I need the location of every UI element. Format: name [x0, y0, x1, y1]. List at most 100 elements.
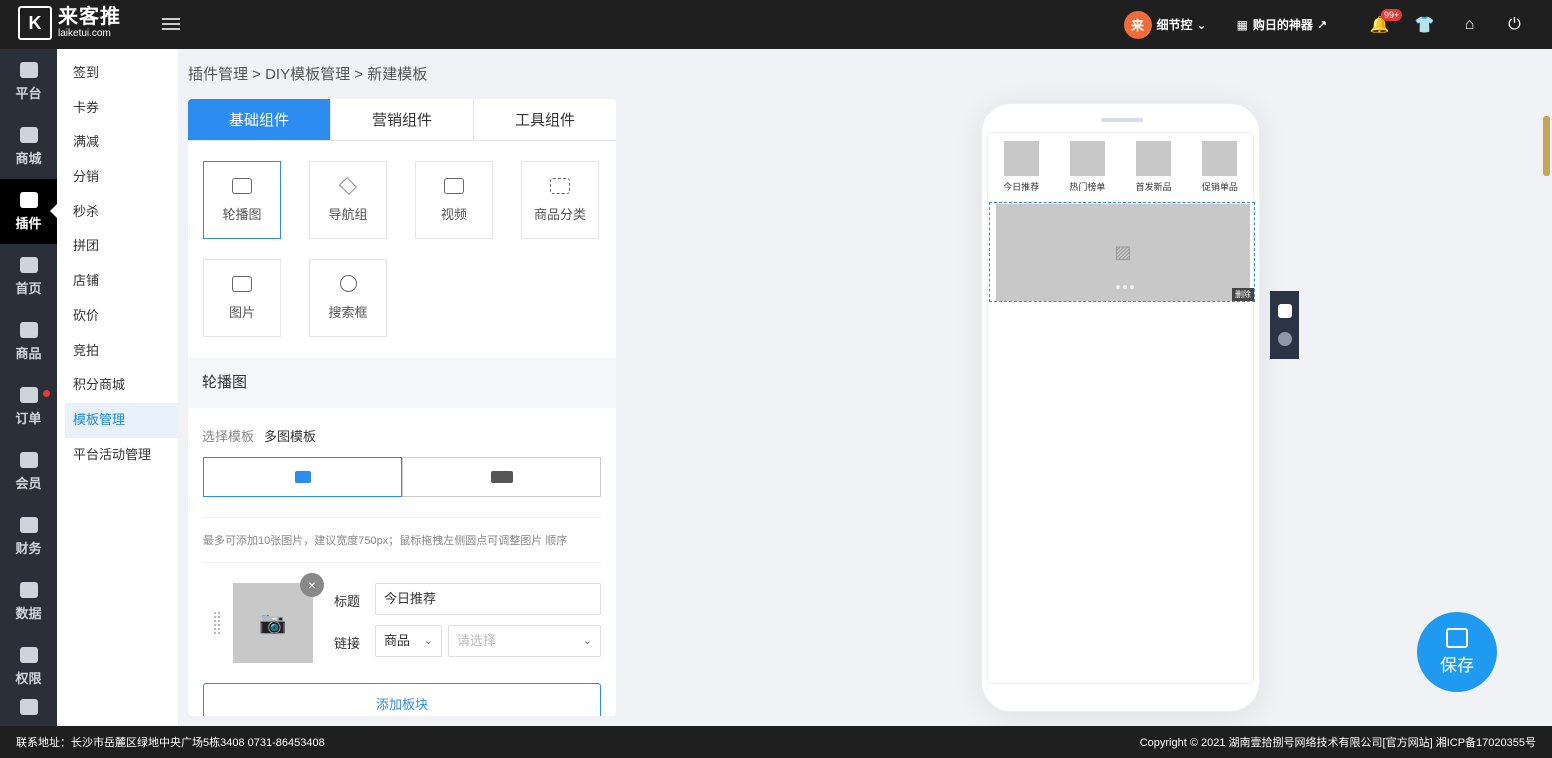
shirt-icon: 👕 — [1414, 16, 1435, 34]
delete-component-button[interactable]: 删除 — [1232, 288, 1254, 301]
tab-marketing-components[interactable]: 营销组件 — [331, 99, 474, 140]
apple-icon[interactable] — [1277, 332, 1292, 346]
plugin-submenu: 签到 卡券 满减 分销 秒杀 拼团 店铺 砍价 竞拍 积分商城 模板管理 平台活… — [57, 49, 178, 726]
link-type-select[interactable]: 商品 ⌄ — [375, 625, 442, 657]
save-icon — [1446, 628, 1468, 648]
footer-copyright: Copyright © 2021 湖南壹拾捌号网络技术有限公司[官方网站] 湘I… — [1139, 737, 1536, 749]
phone-preview: 今日推荐 热门榜单 首发新品 促销单品 ▨ 删除 — [981, 103, 1260, 712]
images-icon — [490, 471, 513, 483]
store-icon: ▦ — [1236, 17, 1248, 32]
sidebar-item-permissions[interactable]: 权限 — [0, 634, 57, 699]
template-row: 选择模板 多图模板 — [188, 408, 616, 445]
submenu-item-distribution[interactable]: 分销 — [57, 160, 178, 195]
template-option-multi[interactable] — [203, 457, 402, 497]
sidebar-item-mall[interactable]: 商城 — [0, 114, 57, 179]
external-link-icon: ↗ — [1316, 17, 1327, 32]
submenu-item-points-mall[interactable]: 积分商城 — [57, 368, 178, 403]
unread-dot — [43, 390, 50, 397]
submenu-item-platform-activities[interactable]: 平台活动管理 — [57, 438, 178, 473]
submenu-item-templates[interactable]: 模板管理 — [65, 402, 178, 438]
home-icon — [19, 256, 38, 273]
user-icon — [19, 451, 38, 468]
title-input[interactable]: 今日推荐 — [375, 583, 601, 615]
logo-name: 来客推 — [58, 6, 121, 28]
notification-badge: 99+ — [1381, 9, 1403, 21]
android-icon[interactable] — [1277, 304, 1292, 318]
clean-button[interactable]: ⌂ — [1447, 0, 1492, 49]
main-sidebar: 平台 商城 插件 首页 商品 订单 会员 财务 数据 权限 — [0, 49, 57, 726]
drag-handle-icon[interactable] — [213, 611, 221, 635]
carousel-dots — [1116, 285, 1134, 289]
sidebar-item-data[interactable]: 数据 — [0, 569, 57, 634]
sidebar-item-home[interactable]: 首页 — [0, 244, 57, 309]
template-value: 多图模板 — [264, 429, 317, 444]
submenu-item-discount[interactable]: 满减 — [57, 125, 178, 160]
search-icon — [339, 275, 357, 292]
link-target-select[interactable]: 请选择 ⌄ — [448, 625, 601, 657]
component-search-box[interactable]: 搜索框 — [309, 259, 387, 337]
submenu-item-coupons[interactable]: 卡券 — [57, 91, 178, 126]
notification-bell[interactable]: 🔔 99+ — [1357, 0, 1403, 49]
logo[interactable]: K 来客推 laiketui.com — [18, 6, 121, 40]
os-preview-switch — [1270, 291, 1299, 359]
link-label: 链接 — [334, 636, 361, 651]
component-panel: 基础组件 营销组件 工具组件 轮播图 导航组 视频 商品分类 图片 搜索框 轮播… — [188, 99, 616, 716]
image-icon — [294, 471, 311, 483]
component-image[interactable]: 图片 — [203, 259, 281, 337]
platform-icon — [19, 61, 38, 78]
broom-icon: ⌂ — [1464, 15, 1475, 33]
image-icon — [19, 699, 38, 715]
user-menu[interactable]: 来 细节控 ⌄ — [1123, 10, 1207, 39]
phone-speaker — [1101, 118, 1143, 122]
breadcrumb: 插件管理 > DIY模板管理 > 新建模板 — [188, 66, 428, 83]
component-category[interactable]: 商品分类 — [521, 161, 599, 239]
template-option-slide[interactable] — [402, 457, 601, 497]
add-block-button[interactable]: 添加板块 — [203, 683, 601, 716]
title-label: 标题 — [334, 594, 361, 609]
preview-nav-item: 热门榜单 — [1057, 141, 1117, 193]
preview-nav-group[interactable]: 今日推荐 热门榜单 首发新品 促销单品 — [988, 133, 1253, 193]
scrollbar[interactable] — [1543, 116, 1550, 176]
sidebar-item-platform[interactable]: 平台 — [0, 49, 57, 114]
puzzle-icon — [19, 191, 38, 208]
avatar: 来 — [1123, 10, 1152, 39]
sidebar-item-finance[interactable]: 财务 — [0, 504, 57, 569]
image-upload[interactable]: 📷 — [233, 583, 313, 663]
sidebar-item-orders[interactable]: 订单 — [0, 374, 57, 439]
save-button[interactable]: 保存 — [1417, 612, 1497, 692]
tab-tool-components[interactable]: 工具组件 — [474, 99, 616, 140]
submenu-item-checkin[interactable]: 签到 — [57, 56, 178, 91]
image-placeholder-icon — [1069, 141, 1105, 176]
sidebar-item-members[interactable]: 会员 — [0, 439, 57, 504]
upload-hint: 最多可添加10张图片，建议宽度750px；鼠标拖拽左侧圆点可调整图片 顺序 — [203, 517, 601, 563]
submenu-item-bargain[interactable]: 砍价 — [57, 299, 178, 334]
power-icon: ⏻ — [1508, 15, 1521, 33]
preview-nav-item: 今日推荐 — [991, 141, 1051, 193]
footer: 联系地址：长沙市岳麓区绿地中央广场5栋3408 0731-86453408 Co… — [0, 726, 1552, 758]
carousel-icon — [232, 177, 252, 194]
sidebar-item-plugins[interactable]: 插件 — [0, 179, 57, 244]
submenu-item-group-buy[interactable]: 拼团 — [57, 229, 178, 264]
shop-link[interactable]: ▦ 购日的神器 ↗ — [1237, 16, 1327, 33]
tab-basic-components[interactable]: 基础组件 — [188, 99, 331, 140]
component-carousel[interactable]: 轮播图 — [203, 161, 281, 239]
navigation-icon — [339, 176, 357, 195]
sidebar-item-goods[interactable]: 商品 — [0, 309, 57, 374]
logo-mark: K — [18, 6, 52, 40]
video-icon — [444, 177, 464, 194]
component-nav-group[interactable]: 导航组 — [309, 161, 387, 239]
logout-button[interactable]: ⏻ — [1492, 0, 1537, 49]
remove-image-button[interactable]: × — [300, 573, 324, 597]
preview-carousel-selected[interactable]: ▨ 删除 — [989, 202, 1255, 302]
user-name: 细节控 — [1156, 18, 1193, 32]
theme-button[interactable]: 👕 — [1402, 0, 1447, 49]
menu-collapse-icon[interactable] — [162, 15, 180, 33]
camera-icon: 📷 — [259, 610, 287, 635]
save-label: 保存 — [1440, 656, 1474, 675]
bag-icon — [19, 321, 38, 338]
component-video[interactable]: 视频 — [415, 161, 493, 239]
submenu-item-flash-sale[interactable]: 秒杀 — [57, 195, 178, 230]
image-placeholder-icon — [1136, 141, 1172, 176]
submenu-item-auction[interactable]: 竞拍 — [57, 334, 178, 369]
submenu-item-stores[interactable]: 店铺 — [57, 264, 178, 299]
